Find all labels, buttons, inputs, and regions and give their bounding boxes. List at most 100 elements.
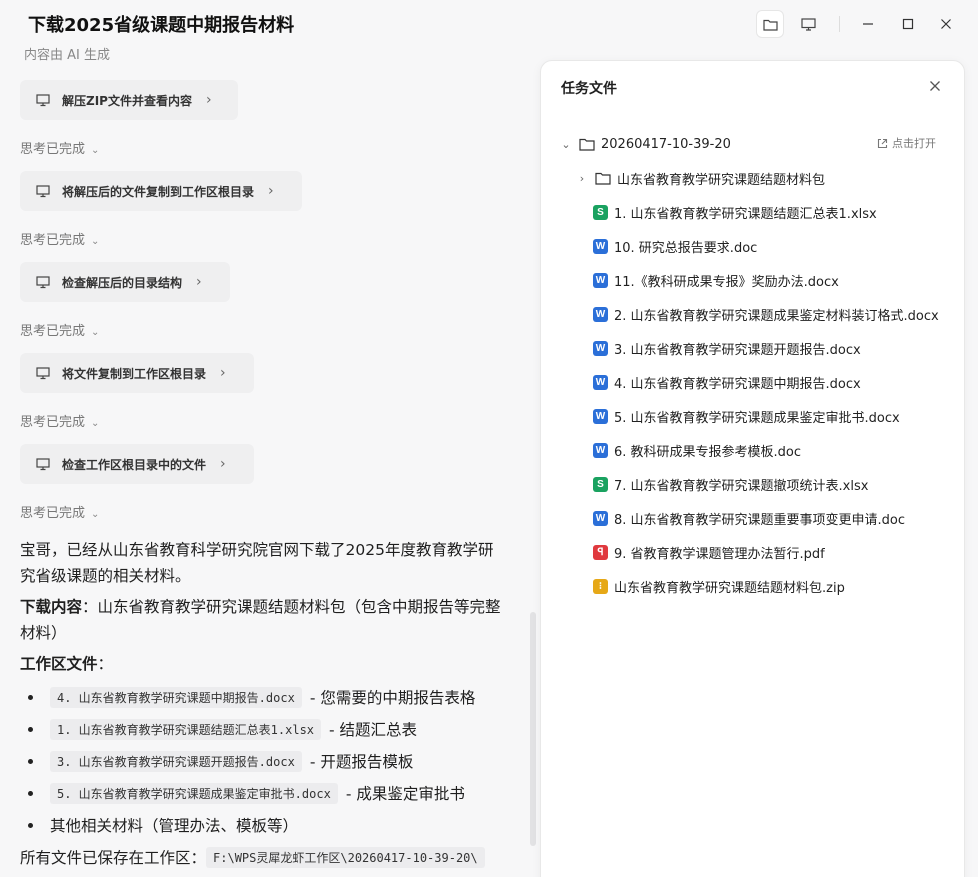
chevron-right-icon: › bbox=[268, 183, 274, 199]
monitor-icon bbox=[36, 276, 50, 289]
step-pill-check-files[interactable]: 检查工作区根目录中的文件 › bbox=[20, 444, 254, 484]
download-text: 材料） bbox=[20, 624, 67, 642]
word-doc-icon: W bbox=[593, 510, 608, 526]
file-row[interactable]: W 3. 山东省教育教学研究课题开题报告.docx bbox=[593, 333, 861, 363]
file-name: 5. 山东省教育教学研究课题成果鉴定审批书.docx bbox=[614, 410, 900, 426]
chevron-right-icon: › bbox=[196, 274, 202, 290]
step-pill-copy-extracted[interactable]: 将解压后的文件复制到工作区根目录 › bbox=[20, 171, 302, 211]
file-row[interactable]: S 7. 山东省教育教学研究课题撤项统计表.xlsx bbox=[593, 469, 868, 499]
thinking-status[interactable]: 思考已完成 ⌄ bbox=[20, 229, 99, 248]
file-code: 3. 山东省教育教学研究课题开题报告.docx bbox=[50, 750, 302, 772]
word-doc-icon: W bbox=[593, 272, 608, 288]
tree-root-folder[interactable]: ⌄ 20260417-10-39-20 bbox=[559, 129, 730, 159]
panel-title: 任务文件 bbox=[561, 81, 617, 97]
chevron-down-icon: ⌄ bbox=[91, 418, 100, 429]
chevron-right-icon: › bbox=[220, 365, 226, 381]
file-row[interactable]: W 2. 山东省教育教学研究课题成果鉴定材料装订格式.docx bbox=[593, 299, 939, 329]
file-row[interactable]: W 5. 山东省教育教学研究课题成果鉴定审批书.docx bbox=[593, 401, 900, 431]
monitor-icon bbox=[36, 458, 50, 471]
step-label: 解压ZIP文件并查看内容 bbox=[62, 93, 192, 108]
download-label: 下载内容 bbox=[20, 598, 83, 616]
bullet-dot bbox=[28, 758, 33, 764]
list-item: 其他相关材料（管理办法、模板等） bbox=[28, 809, 528, 841]
open-folder-link[interactable]: 点击打开 bbox=[877, 135, 936, 151]
page-title: 下载2025省级课题中期报告材料 bbox=[28, 15, 295, 36]
step-label: 检查工作区根目录中的文件 bbox=[62, 457, 207, 472]
download-content: 下载内容：山东省教育教学研究课题结题材料包（包含中期报告等完整 材料） bbox=[20, 594, 520, 646]
minimize-button[interactable] bbox=[856, 12, 880, 36]
list-item: 4. 山东省教育教学研究课题中期报告.docx - 您需要的中期报告表格 bbox=[28, 681, 528, 713]
colon: ： bbox=[97, 655, 114, 673]
file-name: 7. 山东省教育教学研究课题撤项统计表.xlsx bbox=[614, 478, 869, 494]
folder-icon bbox=[579, 138, 595, 151]
spreadsheet-icon: S bbox=[593, 204, 608, 220]
file-name: 3. 山东省教育教学研究课题开题报告.docx bbox=[614, 342, 861, 358]
file-desc: - 成果鉴定审批书 bbox=[345, 785, 465, 803]
thinking-status[interactable]: 思考已完成 ⌄ bbox=[20, 138, 99, 157]
chevron-right-icon[interactable]: › bbox=[575, 172, 589, 185]
task-files-panel: 任务文件 ⌄ 20260417-10-39-20 点击打开 › 山东省教育教学研… bbox=[540, 60, 965, 877]
folder-icon bbox=[595, 172, 611, 185]
tree-subfolder[interactable]: › 山东省教育教学研究课题结题材料包 bbox=[575, 163, 825, 193]
file-row[interactable]: W 6. 教科研成果专报参考模板.doc bbox=[593, 435, 801, 465]
file-desc: - 结题汇总表 bbox=[329, 721, 418, 739]
thinking-label: 思考已完成 bbox=[20, 506, 86, 521]
list-item: 5. 山东省教育教学研究课题成果鉴定审批书.docx - 成果鉴定审批书 bbox=[28, 777, 528, 809]
step-pill-unzip[interactable]: 解压ZIP文件并查看内容 › bbox=[20, 80, 238, 120]
file-row[interactable]: W 4. 山东省教育教学研究课题中期报告.docx bbox=[593, 367, 861, 397]
thinking-status[interactable]: 思考已完成 ⌄ bbox=[20, 502, 99, 521]
minimize-icon bbox=[863, 23, 873, 25]
monitor-toggle-button[interactable] bbox=[794, 10, 822, 38]
step-label: 将文件复制到工作区根目录 bbox=[62, 366, 207, 381]
monitor-icon bbox=[36, 367, 50, 380]
step-pill-check-structure[interactable]: 检查解压后的目录结构 › bbox=[20, 262, 230, 302]
step-pill-copy-files[interactable]: 将文件复制到工作区根目录 › bbox=[20, 353, 254, 393]
chat-scrollbar[interactable] bbox=[530, 612, 536, 846]
file-code: 4. 山东省教育教学研究课题中期报告.docx bbox=[50, 686, 302, 708]
chevron-right-icon: › bbox=[205, 92, 212, 108]
chevron-down-icon: ⌄ bbox=[91, 145, 100, 156]
close-icon bbox=[941, 19, 951, 29]
list-item: 3. 山东省教育教学研究课题开题报告.docx - 开题报告模板 bbox=[28, 745, 528, 777]
ai-generated-note: 内容由 AI 生成 bbox=[24, 48, 110, 63]
file-name: 1. 山东省教育教学研究课题结题汇总表1.xlsx bbox=[614, 206, 877, 222]
file-row[interactable]: W 8. 山东省教育教学研究课题重要事项变更申请.doc bbox=[593, 503, 905, 533]
folder-toggle-button[interactable] bbox=[756, 10, 784, 38]
file-name: 4. 山东省教育教学研究课题中期报告.docx bbox=[614, 376, 861, 392]
subfolder-name: 山东省教育教学研究课题结题材料包 bbox=[617, 172, 826, 188]
panel-close-button[interactable] bbox=[924, 75, 946, 97]
close-icon bbox=[930, 81, 940, 91]
response-intro: 宝哥，已经从山东省教育科学研究院官网下载了2025年度教育教学研 究省级课题的相… bbox=[20, 537, 520, 589]
word-doc-icon: W bbox=[593, 306, 608, 322]
thinking-status[interactable]: 思考已完成 ⌄ bbox=[20, 320, 99, 339]
file-row[interactable]: ꟼ 9. 省教育教学课题管理办法暂行.pdf bbox=[593, 537, 825, 567]
file-name: 11.《教科研成果专报》奖励办法.docx bbox=[614, 274, 839, 290]
chevron-down-icon: ⌄ bbox=[91, 509, 100, 520]
maximize-button[interactable] bbox=[896, 12, 920, 36]
file-name: 6. 教科研成果专报参考模板.doc bbox=[614, 444, 802, 460]
file-row[interactable]: ⁝ 山东省教育教学研究课题结题材料包.zip bbox=[593, 571, 845, 601]
thinking-status[interactable]: 思考已完成 ⌄ bbox=[20, 411, 99, 430]
chevron-down-icon[interactable]: ⌄ bbox=[559, 138, 573, 151]
window-controls bbox=[718, 10, 978, 38]
file-row[interactable]: S 1. 山东省教育教学研究课题结题汇总表1.xlsx bbox=[593, 197, 877, 227]
thinking-label: 思考已完成 bbox=[20, 415, 86, 430]
file-row[interactable]: W 11.《教科研成果专报》奖励办法.docx bbox=[593, 265, 839, 295]
saved-text: 所有文件已保存在工作区： bbox=[20, 849, 207, 867]
step-label: 检查解压后的目录结构 bbox=[62, 275, 183, 290]
close-window-button[interactable] bbox=[934, 12, 958, 36]
toolbar-divider bbox=[839, 16, 840, 32]
saved-path-line: 所有文件已保存在工作区： F:\WPS灵犀龙虾工作区\20260417-10-3… bbox=[20, 846, 493, 868]
word-doc-icon: W bbox=[593, 238, 608, 254]
file-name: 2. 山东省教育教学研究课题成果鉴定材料装订格式.docx bbox=[614, 308, 939, 324]
thinking-label: 思考已完成 bbox=[20, 142, 86, 157]
monitor-icon bbox=[36, 185, 50, 198]
open-label: 点击打开 bbox=[892, 137, 936, 150]
file-name: 8. 山东省教育教学研究课题重要事项变更申请.doc bbox=[614, 512, 906, 528]
step-label: 将解压后的文件复制到工作区根目录 bbox=[62, 184, 255, 199]
saved-path: F:\WPS灵犀龙虾工作区\20260417-10-39-20\ bbox=[206, 846, 485, 868]
file-desc: - 您需要的中期报告表格 bbox=[309, 689, 476, 707]
spreadsheet-icon: S bbox=[593, 476, 608, 492]
word-doc-icon: W bbox=[593, 340, 608, 356]
file-row[interactable]: W 10. 研究总报告要求.doc bbox=[593, 231, 757, 261]
